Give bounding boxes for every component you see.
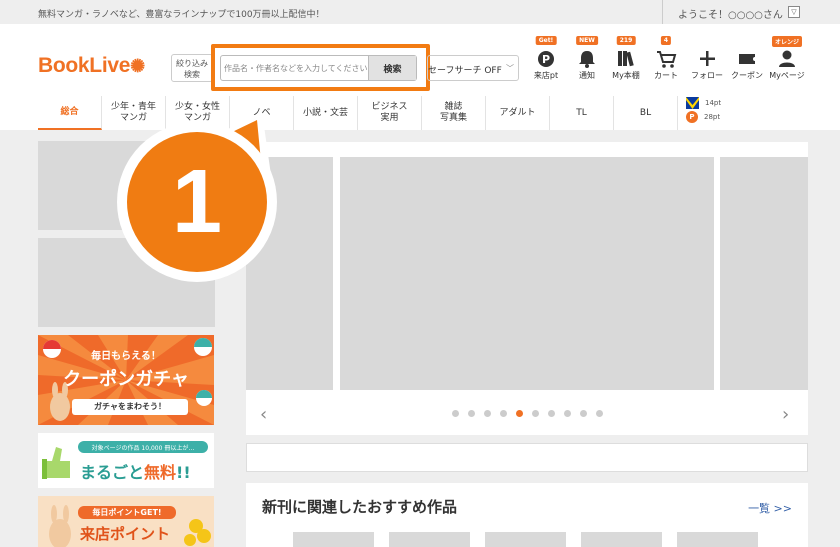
callout-pointer	[222, 112, 272, 182]
callout-step-number: 1	[127, 132, 267, 272]
